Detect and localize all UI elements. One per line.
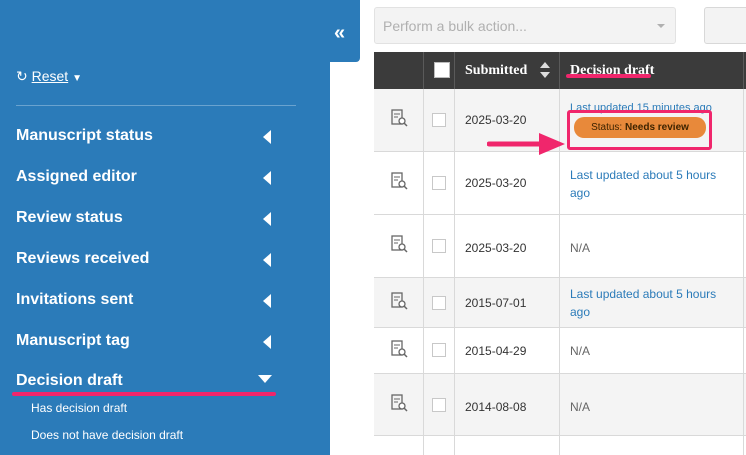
row-checkbox[interactable] [432,113,446,127]
filter-label: Manuscript status [16,127,153,144]
annotation-underline-header [566,74,651,78]
refresh-icon: ↻ [16,68,28,84]
annotation-arrow-icon [487,133,565,155]
table-row[interactable]: 2025-03-20 N/A [374,215,746,278]
submitted-date: 2025-03-20 [455,215,560,277]
apply-button[interactable] [704,7,746,44]
annotation-highlight-box [567,110,712,150]
bulk-action-placeholder: Perform a bulk action... [383,18,527,34]
submitted-date: 2014-08-08 [455,374,560,435]
bulk-action-select[interactable]: Perform a bulk action... [374,7,676,44]
decision-draft-value: N/A [570,344,591,358]
table-row[interactable]: 2015-04-29 N/A [374,328,746,374]
submitted-date: 2015-04-29 [455,328,560,373]
table-row[interactable]: 2014-08-08 N/A [374,374,746,436]
option-has-decision-draft[interactable]: Has decision draft [31,401,127,415]
filter-assigned-editor[interactable]: Assigned editor [16,168,276,192]
reset-label: Reset [31,68,69,84]
decision-draft-value: N/A [570,400,591,414]
sort-icon[interactable] [540,62,550,78]
row-checkbox[interactable] [432,176,446,190]
filter-label: Assigned editor [16,168,137,185]
document-search-icon[interactable] [390,172,408,190]
document-search-icon[interactable] [390,109,408,127]
filter-review-status[interactable]: Review status [16,209,276,233]
document-search-icon[interactable] [390,235,408,253]
filter-manuscript-status[interactable]: Manuscript status [16,127,276,151]
row-checkbox[interactable] [432,296,446,310]
sidebar-divider [16,105,296,106]
caret-left-icon [263,130,271,144]
table-row[interactable]: 2025-03-20 Last updated about 5 hours ag… [374,152,746,215]
row-checkbox[interactable] [432,343,446,357]
reset-filters-link[interactable]: ↻ Reset ▼ [16,68,82,85]
row-checkbox[interactable] [432,398,446,412]
filter-label: Decision draft [16,372,123,389]
caret-left-icon [263,294,271,308]
submitted-date: 2025-03-20 [455,152,560,214]
table-row[interactable]: 2015-07-01 Last updated about 5 hours ag… [374,278,746,328]
caret-down-icon [258,375,272,383]
filter-label: Invitations sent [16,291,134,308]
collapse-sidebar-icon[interactable]: « [334,22,345,45]
caret-left-icon [263,212,271,226]
document-search-icon[interactable] [390,340,408,358]
filter-label: Review status [16,209,123,226]
table-header: Submitted Decision draft [374,52,746,89]
caret-left-icon [263,171,271,185]
filter-invitations-sent[interactable]: Invitations sent [16,291,276,315]
dropdown-arrow-icon [657,24,665,28]
filter-label: Manuscript tag [16,332,130,349]
decision-draft-value: N/A [570,241,591,255]
document-search-icon[interactable] [390,292,408,310]
caret-left-icon [263,335,271,349]
filter-manuscript-tag[interactable]: Manuscript tag [16,332,276,356]
app-root: « ↻ Reset ▼ Manuscript status Assigned e… [0,0,746,455]
header-icon-column [374,52,424,89]
header-decision-draft[interactable]: Decision draft [560,52,744,89]
filter-label: Reviews received [16,250,150,267]
annotation-underline-decision-draft [12,392,276,396]
row-checkbox[interactable] [432,239,446,253]
header-submitted-label: Submitted [465,63,528,78]
option-no-decision-draft[interactable]: Does not have decision draft [31,428,183,442]
select-all-checkbox[interactable] [434,62,450,78]
submitted-date: 2015-07-01 [455,278,560,327]
table-row[interactable] [374,436,746,455]
chevron-down-icon: ▼ [72,73,82,84]
document-search-icon[interactable] [390,394,408,412]
caret-left-icon [263,253,271,267]
decision-draft-link[interactable]: Last updated about 5 hours ago [570,287,716,319]
decision-draft-link[interactable]: Last updated about 5 hours ago [570,168,716,200]
filter-reviews-received[interactable]: Reviews received [16,250,276,274]
